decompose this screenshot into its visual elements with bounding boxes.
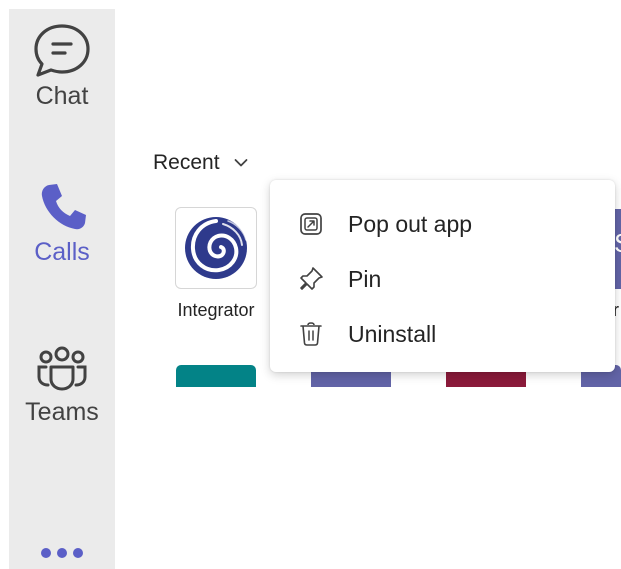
menu-item-pop-out[interactable]: Pop out app	[270, 198, 615, 250]
phone-icon	[41, 184, 86, 230]
pop-out-icon	[300, 213, 322, 235]
recent-label: Recent	[153, 151, 220, 174]
app-tile-integrator[interactable]	[175, 207, 257, 289]
menu-item-label: Pop out app	[348, 210, 473, 237]
rail-item-chat[interactable]: Chat	[9, 21, 115, 111]
pin-icon	[300, 267, 323, 290]
rail-item-label: Chat	[35, 82, 89, 110]
menu-item-pin[interactable]: Pin	[270, 253, 615, 305]
menu-item-uninstall[interactable]: Uninstall	[270, 308, 615, 360]
more-horizontal-icon	[41, 548, 51, 558]
rail-item-calls[interactable]: Calls	[9, 179, 115, 267]
app-tile-partial-teal[interactable]	[176, 365, 256, 387]
chat-icon	[34, 24, 90, 77]
more-apps-button[interactable]	[9, 543, 115, 563]
more-horizontal-icon	[57, 548, 67, 558]
rail-item-label: Calls	[34, 238, 90, 266]
teams-icon	[37, 346, 87, 391]
more-horizontal-icon	[73, 548, 83, 558]
app-tile-partial-letter: S	[614, 228, 621, 258]
rail-item-label: Teams	[25, 398, 99, 426]
integrator-swirl-logo	[185, 217, 247, 279]
menu-item-label: Pin	[348, 265, 382, 292]
recent-dropdown[interactable]: Recent	[153, 148, 248, 178]
chevron-down-icon	[234, 159, 247, 167]
app-context-menu: Pop out app Pin Uninstall	[270, 180, 615, 372]
app-rail: Chat Calls Teams	[9, 9, 115, 569]
rail-item-teams[interactable]: Teams	[9, 345, 115, 427]
trash-icon	[300, 322, 322, 346]
menu-item-label: Uninstall	[348, 320, 437, 347]
app-tile-label: Integrator	[177, 300, 255, 320]
